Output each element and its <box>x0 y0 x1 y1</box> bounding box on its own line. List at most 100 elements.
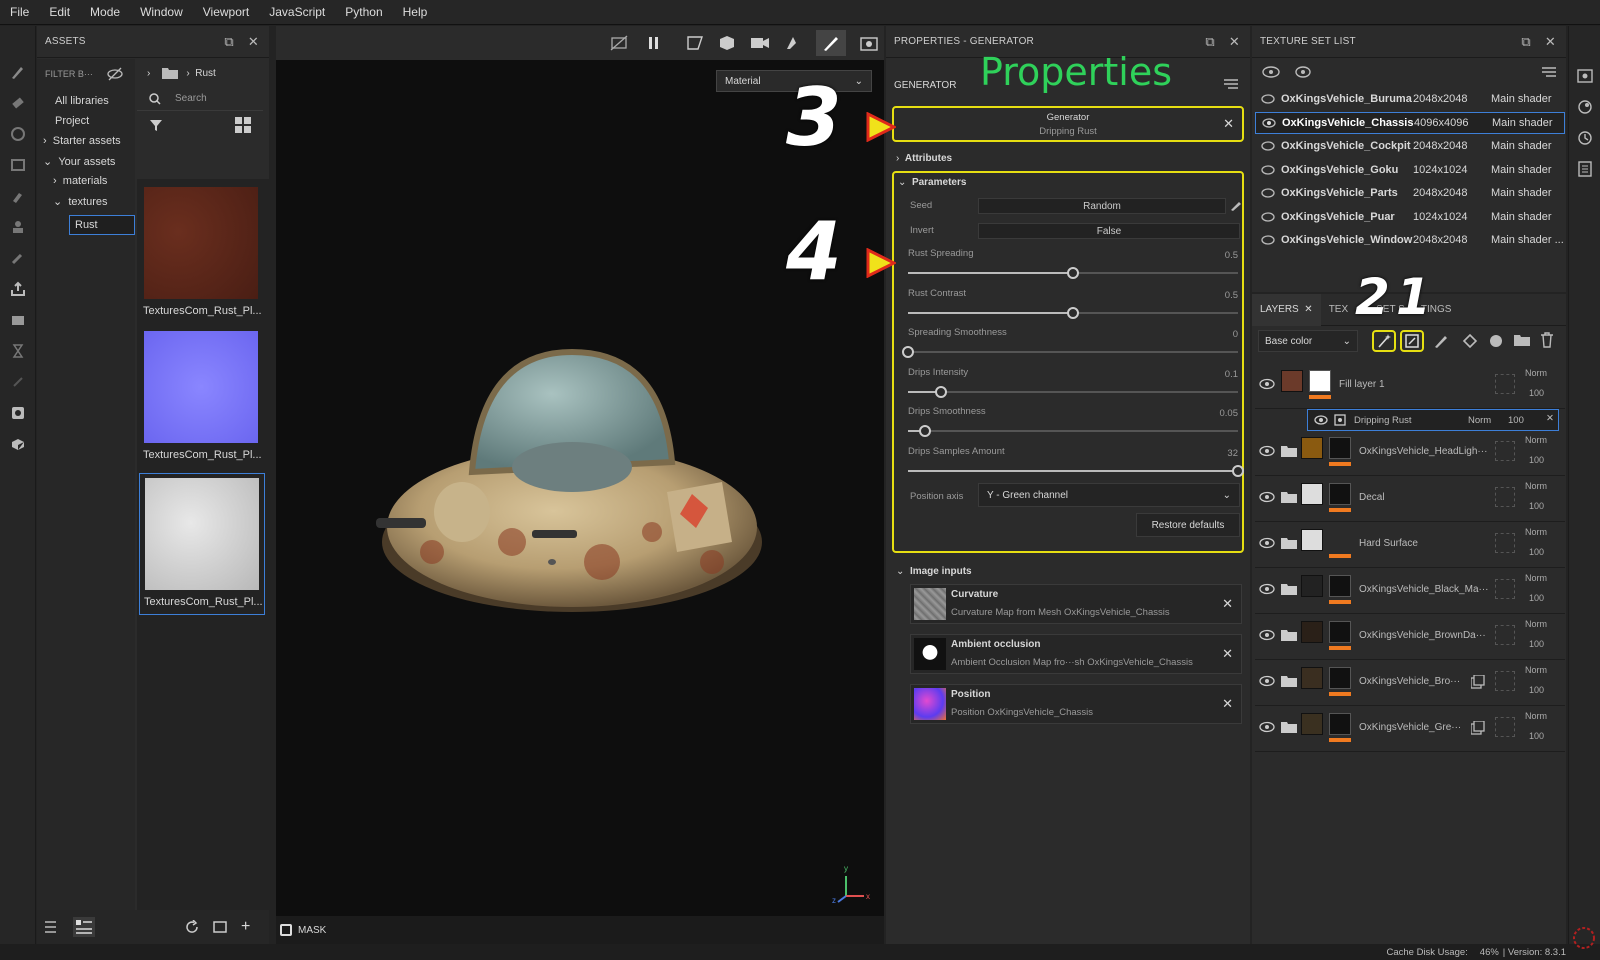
generator-selector[interactable]: Generator Dripping Rust ✕ <box>892 106 1244 142</box>
texture-set-row[interactable]: OxKingsVehicle_Parts 2048x2048 Main shader <box>1255 182 1565 204</box>
undock-icon[interactable]: ⧉ <box>224 34 233 49</box>
layer-mask-slot[interactable] <box>1495 487 1515 507</box>
layer-opacity[interactable]: 100 <box>1529 593 1544 603</box>
texture-set-row[interactable]: OxKingsVehicle_Puar 1024x1024 Main shader <box>1255 206 1565 228</box>
effect-row-dripping-rust[interactable]: Dripping Rust Norm 100 ✕ <box>1307 409 1559 431</box>
remove-input-icon[interactable]: ✕ <box>1222 596 1233 612</box>
menu-window[interactable]: Window <box>140 5 183 19</box>
menu-mode[interactable]: Mode <box>90 5 120 19</box>
channel-dropdown[interactable]: Base color ⌄ <box>1258 330 1358 352</box>
layer-opacity[interactable]: 100 <box>1529 547 1544 557</box>
display-settings-icon[interactable] <box>1569 60 1600 91</box>
timer-icon[interactable] <box>0 335 36 366</box>
tree-your-assets[interactable]: ⌄ Your assets <box>37 155 135 175</box>
tab-layers[interactable]: LAYERS ✕ <box>1252 293 1321 326</box>
slider-handle[interactable] <box>919 425 931 437</box>
layer-mask-slot[interactable] <box>1495 441 1515 461</box>
image-input-ambient-occlusion[interactable]: Ambient occlusion Ambient Occlusion Map … <box>910 634 1242 674</box>
layer-blend-mode[interactable]: Norm <box>1525 435 1547 445</box>
eye-icon[interactable] <box>1259 491 1275 503</box>
layer-blend-mode[interactable]: Norm <box>1525 711 1547 721</box>
slider-handle[interactable] <box>1067 307 1079 319</box>
log-icon[interactable] <box>1569 153 1600 184</box>
layer-opacity[interactable]: 100 <box>1529 731 1544 741</box>
asset-thumb-1[interactable]: TexturesCom_Rust_Pl... <box>143 187 262 323</box>
eye-icon[interactable] <box>1262 117 1276 128</box>
layer-mask-slot[interactable] <box>1495 625 1515 645</box>
slider-handle[interactable] <box>902 346 914 358</box>
layer-blend-mode[interactable]: Norm <box>1525 481 1547 491</box>
layer-row[interactable]: OxKingsVehicle_Bro··· Norm 100 <box>1255 661 1565 706</box>
grid-view-icon[interactable] <box>235 117 251 133</box>
color-picker-tool-icon[interactable] <box>0 242 36 273</box>
close-icon[interactable]: ✕ <box>1545 34 1556 49</box>
texture-set-row[interactable]: OxKingsVehicle_Chassis 4096x4096 Main shad… <box>1255 111 1565 134</box>
tree-starter-assets[interactable]: › Starter assets <box>37 135 135 155</box>
eye-icon[interactable] <box>1261 164 1275 175</box>
selection-icon[interactable] <box>686 35 704 51</box>
link-icon[interactable] <box>0 366 36 397</box>
detail-view-icon[interactable] <box>73 917 95 937</box>
add-fill-layer-icon[interactable] <box>1462 334 1478 348</box>
menu-icon[interactable] <box>1542 66 1556 78</box>
menu-edit[interactable]: Edit <box>49 5 70 19</box>
mesh-icon[interactable] <box>0 428 36 459</box>
slider-track[interactable] <box>908 391 1238 393</box>
symmetry-icon[interactable] <box>784 35 802 51</box>
texture-set-row[interactable]: OxKingsVehicle_Buruma 2048x2048 Main shade… <box>1255 88 1565 110</box>
add-icon[interactable]: + <box>241 918 250 936</box>
mask-checkbox[interactable] <box>280 924 292 936</box>
layer-blend-mode[interactable]: Norm <box>1525 573 1547 583</box>
layer-opacity[interactable]: 100 <box>1529 455 1544 465</box>
layer-mask-slot[interactable] <box>1495 533 1515 553</box>
add-smart-material-icon[interactable] <box>1488 334 1504 348</box>
attributes-section[interactable]: › Attributes <box>896 148 952 168</box>
slider-track[interactable] <box>908 430 1238 432</box>
menu-help[interactable]: Help <box>403 5 428 19</box>
layer-mask-slot[interactable] <box>1495 374 1515 394</box>
folder-icon[interactable] <box>162 67 179 79</box>
refresh-icon[interactable] <box>185 920 199 934</box>
close-icon[interactable]: ✕ <box>248 34 259 49</box>
effect-opacity[interactable]: 100 <box>1508 415 1524 426</box>
slider-handle[interactable] <box>935 386 947 398</box>
cube-view-icon[interactable] <box>718 35 736 51</box>
remove-input-icon[interactable]: ✕ <box>1222 646 1233 662</box>
layer-row[interactable]: OxKingsVehicle_BrownDa··· Norm 100 <box>1255 615 1565 660</box>
remove-input-icon[interactable]: ✕ <box>1222 696 1233 712</box>
eye-icon[interactable] <box>1261 211 1275 222</box>
history-icon[interactable] <box>1569 122 1600 153</box>
smudge-tool-icon[interactable] <box>0 180 36 211</box>
polygon-fill-tool-icon[interactable] <box>0 149 36 180</box>
eye-icon[interactable] <box>1314 415 1328 425</box>
eraser-tool-icon[interactable] <box>0 87 36 118</box>
breadcrumb-rust[interactable]: Rust <box>195 68 216 79</box>
filter-input[interactable]: FILTER B··· <box>45 69 93 79</box>
layer-opacity[interactable]: 100 <box>1529 639 1544 649</box>
undock-icon[interactable]: ⧉ <box>1521 34 1530 49</box>
undock-icon[interactable]: ⧉ <box>1205 34 1214 49</box>
eye-icon[interactable] <box>1261 235 1275 245</box>
layer-opacity[interactable]: 100 <box>1529 685 1544 695</box>
menu-file[interactable]: File <box>10 5 29 19</box>
layer-row[interactable]: OxKingsVehicle_HeadLigh··· Norm 100 <box>1255 431 1565 476</box>
vehicle-model[interactable] <box>372 332 772 622</box>
layer-blend-mode[interactable]: Norm <box>1525 619 1547 629</box>
paint-brush-tool-icon[interactable] <box>0 56 36 87</box>
eye-icon[interactable] <box>1261 94 1275 104</box>
slider-track[interactable] <box>908 351 1238 353</box>
tree-project[interactable]: Project <box>37 115 135 135</box>
mask-toggle[interactable]: MASK <box>276 916 884 944</box>
layer-opacity[interactable]: 100 <box>1529 388 1544 398</box>
add-paint-layer-icon[interactable] <box>1434 334 1448 348</box>
effect-blend-mode[interactable]: Norm <box>1468 415 1491 426</box>
slider-handle[interactable] <box>1232 465 1244 477</box>
eye-icon[interactable] <box>1261 188 1275 198</box>
paint-mode-icon[interactable] <box>816 30 846 56</box>
image-inputs-header[interactable]: ⌄ Image inputs <box>896 561 972 581</box>
layer-opacity[interactable]: 100 <box>1529 501 1544 511</box>
texture-set-row[interactable]: OxKingsVehicle_Cockpit 2048x2048 Main shad… <box>1255 135 1565 157</box>
position-axis-dropdown[interactable]: Y - Green channel ⌄ <box>978 483 1240 507</box>
delete-layer-icon[interactable] <box>1540 332 1554 348</box>
layer-blend-mode[interactable]: Norm <box>1525 665 1547 675</box>
